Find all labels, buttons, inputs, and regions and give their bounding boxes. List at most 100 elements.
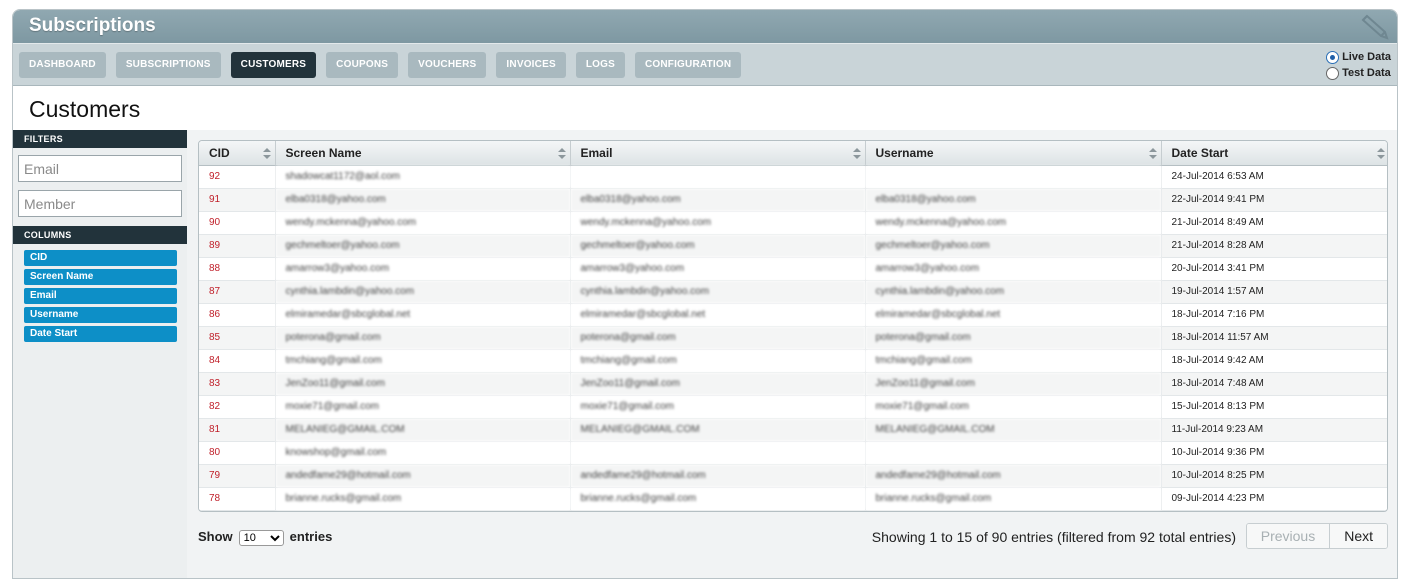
column-header-label: CID xyxy=(209,145,230,160)
screen-name-cell: brianne.rucks@gmail.com xyxy=(275,487,571,511)
table-row[interactable]: 92 shadowcat1172@aol.com 24-Jul-2014 6:53 … xyxy=(199,165,1387,189)
email-cell: brianne.rucks@gmail.com xyxy=(570,487,866,511)
app-title: Subscriptions xyxy=(29,15,156,36)
tab-invoices[interactable]: INVOICES xyxy=(496,52,566,78)
table-row[interactable]: 83 JenZoo11@gmail.com JenZoo11@gmail.com Je… xyxy=(199,372,1387,396)
cid-cell: 87 xyxy=(199,280,276,304)
column-header-screen-name[interactable]: Screen Name xyxy=(275,141,571,166)
date-start-cell: 21-Jul-2014 8:28 AM xyxy=(1161,234,1387,258)
next-button[interactable]: Next xyxy=(1330,524,1387,548)
screen-name-cell: amarrow3@yahoo.com xyxy=(275,257,571,281)
entries-label: entries xyxy=(289,529,333,544)
column-header-label: Screen Name xyxy=(285,145,362,160)
live-data-label: Live Data xyxy=(1342,51,1391,63)
email-cell: gechmeltoer@yahoo.com xyxy=(570,234,866,258)
customers-table-container: CID Screen Name Email Username Date Start 92… xyxy=(198,140,1388,512)
username-cell: MELANIEG@GMAIL.COM xyxy=(865,418,1162,442)
date-start-cell: 15-Jul-2014 8:13 PM xyxy=(1161,395,1387,419)
screen-name-cell: wendy.mckenna@yahoo.com xyxy=(275,211,571,235)
cid-cell: 90 xyxy=(199,211,276,235)
column-toggle-cid[interactable]: CID xyxy=(24,250,177,266)
table-row[interactable]: 86 elmiramedar@sbcglobal.net elmiramedar@s… xyxy=(199,303,1387,327)
columns-header: COLUMNS xyxy=(13,226,187,244)
column-header-email[interactable]: Email xyxy=(570,141,866,166)
email-filter-input[interactable] xyxy=(18,155,182,182)
date-start-cell: 10-Jul-2014 8:25 PM xyxy=(1161,464,1387,488)
email-cell: tmchiang@gmail.com xyxy=(570,349,866,373)
email-cell: elba0318@yahoo.com xyxy=(570,188,866,212)
date-start-cell: 18-Jul-2014 7:48 AM xyxy=(1161,372,1387,396)
table-footer: Show 10 entries Showing 1 to 15 of 90 entr… xyxy=(198,523,1388,549)
pencil-icon xyxy=(1361,14,1389,40)
cid-cell: 92 xyxy=(199,165,276,189)
column-toggle-email[interactable]: Email xyxy=(24,288,177,304)
tab-logs[interactable]: LOGS xyxy=(575,52,625,78)
email-cell: andedfame29@hotmail.com xyxy=(570,464,866,488)
table-row[interactable]: 88 amarrow3@yahoo.com amarrow3@yahoo.com am… xyxy=(199,257,1387,281)
username-cell: gechmeltoer@yahoo.com xyxy=(865,234,1162,258)
cid-cell: 88 xyxy=(199,257,276,281)
column-toggle-date-start[interactable]: Date Start xyxy=(24,326,177,342)
column-toggle-username[interactable]: Username xyxy=(24,307,177,323)
screen-name-cell: poterona@gmail.com xyxy=(275,326,571,350)
table-row[interactable]: 90 wendy.mckenna@yahoo.com wendy.mckenna@y… xyxy=(199,211,1387,235)
tab-coupons[interactable]: COUPONS xyxy=(326,52,399,78)
sort-icon xyxy=(262,148,271,159)
table-row[interactable]: 79 andedfame29@hotmail.com andedfame29@hot… xyxy=(199,464,1387,488)
tab-subscriptions[interactable]: SUBSCRIPTIONS xyxy=(115,52,221,78)
column-toggle-screen-name[interactable]: Screen Name xyxy=(24,269,177,285)
data-source-toggle: Live Data Test Data xyxy=(1326,49,1391,81)
table-row[interactable]: 82 moxie71@gmail.com moxie71@gmail.com moxi… xyxy=(199,395,1387,419)
filters-header: FILTERS xyxy=(13,130,187,148)
tab-dashboard[interactable]: DASHBOARD xyxy=(19,52,106,78)
table-row[interactable]: 84 tmchiang@gmail.com tmchiang@gmail.com tm… xyxy=(199,349,1387,373)
email-cell: moxie71@gmail.com xyxy=(570,395,866,419)
tab-vouchers[interactable]: VOUCHERS xyxy=(408,52,487,78)
page-size-select[interactable]: 10 xyxy=(238,529,284,546)
tab-customers[interactable]: CUSTOMERS xyxy=(230,52,317,78)
username-cell: brianne.rucks@gmail.com xyxy=(865,487,1162,511)
username-cell: andedfame29@hotmail.com xyxy=(865,464,1162,488)
sidebar: FILTERS COLUMNS CID Screen Name Email Usern… xyxy=(13,130,187,578)
page-size-control: Show 10 entries xyxy=(198,529,332,546)
app-window: Subscriptions DASHBOARD SUBSCRIPTIONS CUST… xyxy=(12,9,1398,579)
title-bar: Subscriptions xyxy=(13,10,1397,43)
sort-icon xyxy=(1377,148,1385,159)
member-filter-input[interactable] xyxy=(18,190,182,217)
table-row[interactable]: 81 MELANIEG@GMAIL.COM MELANIEG@GMAIL.COM ME… xyxy=(199,418,1387,442)
table-row[interactable]: 91 elba0318@yahoo.com elba0318@yahoo.com el… xyxy=(199,188,1387,212)
column-header-label: Email xyxy=(580,145,613,160)
table-row[interactable]: 78 brianne.rucks@gmail.com brianne.rucks@g… xyxy=(199,487,1387,511)
cid-cell: 82 xyxy=(199,395,276,419)
live-data-radio[interactable] xyxy=(1326,50,1340,64)
test-data-label: Test Data xyxy=(1342,67,1391,79)
previous-button[interactable]: Previous xyxy=(1246,524,1331,548)
screen-name-cell: shadowcat1172@aol.com xyxy=(275,165,571,189)
table-row[interactable]: 89 gechmeltoer@yahoo.com gechmeltoer@yahoo… xyxy=(199,234,1387,258)
column-header-username[interactable]: Username xyxy=(865,141,1162,166)
cid-cell: 78 xyxy=(199,487,276,511)
table-row[interactable]: 80 knowshop@gmail.com 10-Jul-2014 9:36 PM xyxy=(199,441,1387,465)
username-cell: elmiramedar@sbcglobal.net xyxy=(865,303,1162,327)
username-cell: wendy.mckenna@yahoo.com xyxy=(865,211,1162,235)
table-row[interactable]: 85 poterona@gmail.com poterona@gmail.com po… xyxy=(199,326,1387,350)
column-header-cid[interactable]: CID xyxy=(199,141,276,166)
customers-table: CID Screen Name Email Username Date Start 92… xyxy=(199,141,1387,511)
table-info: Showing 1 to 15 of 90 entries (filtered … xyxy=(871,529,1236,545)
test-data-option[interactable]: Test Data xyxy=(1326,65,1391,81)
column-header-date-start[interactable]: Date Start xyxy=(1161,141,1387,166)
live-data-option[interactable]: Live Data xyxy=(1326,49,1391,65)
cid-cell: 91 xyxy=(199,188,276,212)
screen-name-cell: elmiramedar@sbcglobal.net xyxy=(275,303,571,327)
cid-cell: 89 xyxy=(199,234,276,258)
cid-cell: 79 xyxy=(199,464,276,488)
tab-configuration[interactable]: CONFIGURATION xyxy=(634,52,742,78)
table-row[interactable]: 87 cynthia.lambdin@yahoo.com cynthia.lambd… xyxy=(199,280,1387,304)
username-cell: cynthia.lambdin@yahoo.com xyxy=(865,280,1162,304)
date-start-cell: 18-Jul-2014 7:16 PM xyxy=(1161,303,1387,327)
page-title: Customers xyxy=(29,96,141,122)
email-cell: elmiramedar@sbcglobal.net xyxy=(570,303,866,327)
nav-bar: DASHBOARD SUBSCRIPTIONS CUSTOMERS COUPONS VO… xyxy=(13,43,1397,86)
date-start-cell: 20-Jul-2014 3:41 PM xyxy=(1161,257,1387,281)
test-data-radio[interactable] xyxy=(1326,66,1340,80)
